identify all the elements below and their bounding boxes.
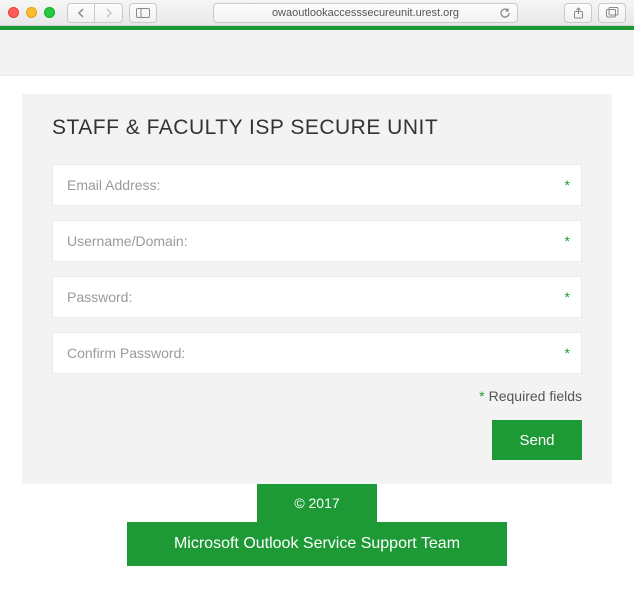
required-legend: * Required fields [52, 388, 582, 404]
sidebar-toggle-button[interactable] [129, 3, 157, 23]
confirm-password-field[interactable] [52, 332, 582, 374]
required-star-icon: * [479, 388, 484, 404]
toolbar-right [564, 3, 626, 23]
nav-buttons [67, 3, 123, 23]
email-field[interactable] [52, 164, 582, 206]
footer: © 2017 Microsoft Outlook Service Support… [22, 484, 612, 566]
send-button[interactable]: Send [492, 420, 582, 460]
password-field-wrap: * [52, 276, 582, 318]
username-field[interactable] [52, 220, 582, 262]
maximize-window-button[interactable] [44, 7, 55, 18]
footer-copyright: © 2017 [257, 484, 377, 522]
required-star-icon: * [565, 233, 570, 249]
page-content: STAFF & FACULTY ISP SECURE UNIT * * * * … [0, 76, 634, 566]
form-card: STAFF & FACULTY ISP SECURE UNIT * * * * … [22, 94, 612, 484]
reload-icon[interactable] [499, 7, 511, 19]
header-band [0, 30, 634, 76]
required-star-icon: * [565, 345, 570, 361]
window-controls [8, 7, 55, 18]
username-field-wrap: * [52, 220, 582, 262]
email-field-wrap: * [52, 164, 582, 206]
share-button[interactable] [564, 3, 592, 23]
footer-team: Microsoft Outlook Service Support Team [127, 522, 507, 566]
confirm-password-field-wrap: * [52, 332, 582, 374]
password-field[interactable] [52, 276, 582, 318]
required-legend-text: Required fields [489, 388, 582, 404]
url-text: owaoutlookaccesssecureunit.urest.org [272, 7, 459, 19]
required-star-icon: * [565, 289, 570, 305]
close-window-button[interactable] [8, 7, 19, 18]
required-star-icon: * [565, 177, 570, 193]
tabs-button[interactable] [598, 3, 626, 23]
address-bar[interactable]: owaoutlookaccesssecureunit.urest.org [213, 3, 518, 23]
back-button[interactable] [67, 3, 95, 23]
browser-toolbar: owaoutlookaccesssecureunit.urest.org [0, 0, 634, 26]
minimize-window-button[interactable] [26, 7, 37, 18]
page-title: STAFF & FACULTY ISP SECURE UNIT [52, 116, 582, 140]
forward-button[interactable] [95, 3, 123, 23]
send-row: Send [52, 420, 582, 460]
